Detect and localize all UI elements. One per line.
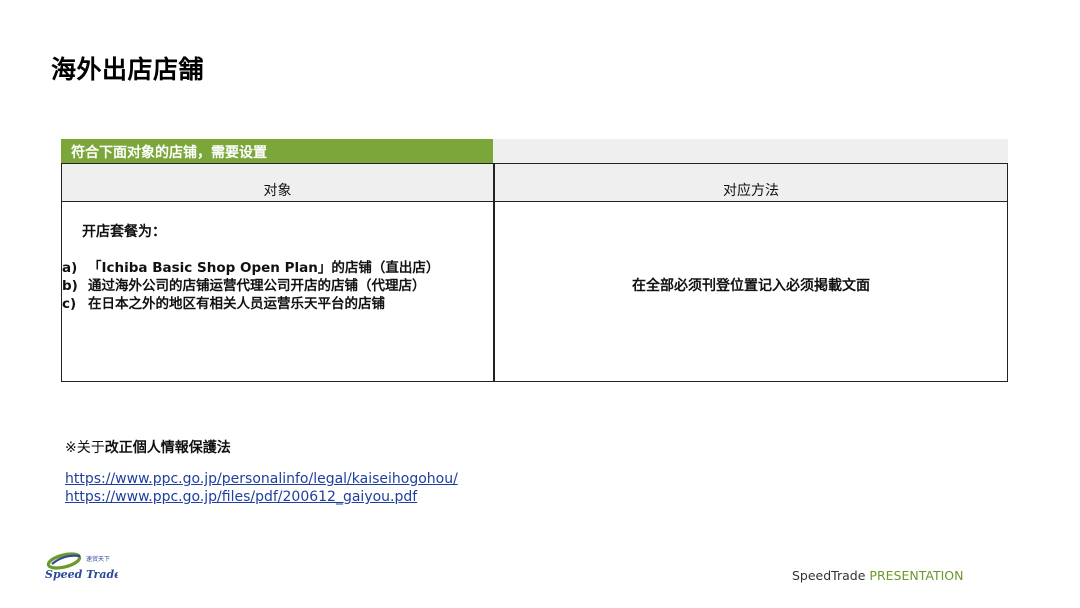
page-title: 海外出店店舗: [51, 55, 205, 84]
criteria-band-label: 符合下面对象的店铺，需要设置: [71, 145, 267, 161]
list-text: 「Ichiba Basic Shop Open Plan」的店铺（直出店）: [88, 260, 440, 276]
reference-links: https://www.ppc.go.jp/personalinfo/legal…: [65, 470, 458, 506]
table-header-row: 对象 对应方法: [62, 164, 1007, 202]
list-text: 通过海外公司的店铺运营代理公司开店的店铺（代理店）: [88, 278, 426, 294]
svg-text:Speed Trade: Speed Trade: [45, 568, 118, 581]
link-kaiseihogohou[interactable]: https://www.ppc.go.jp/personalinfo/legal…: [65, 470, 458, 488]
footer-label: SpeedTrade PRESENTATION: [792, 568, 963, 583]
column-divider: [493, 164, 495, 381]
list-marker: b): [62, 278, 78, 294]
footer-presentation: PRESENTATION: [869, 568, 964, 583]
link-gaiyou-pdf[interactable]: https://www.ppc.go.jp/files/pdf/200612_g…: [65, 488, 458, 506]
list-marker: a): [62, 260, 78, 276]
criteria-band-filler: [493, 139, 1008, 163]
header-target: 对象: [263, 183, 292, 199]
method-text: 在全部必须刊登位置记入必须掲載文面: [632, 278, 870, 294]
privacy-note: ※关于改正個人情報保護法: [65, 437, 231, 457]
header-method: 对应方法: [723, 183, 779, 199]
criteria-table: 对象 对应方法 开店套餐为： a) 「Ichiba Basic Shop Ope…: [61, 163, 1008, 382]
privacy-prefix: ※关于: [65, 440, 105, 456]
list-marker: c): [62, 296, 77, 312]
list-item: a) 「Ichiba Basic Shop Open Plan」的店铺（直出店）: [62, 259, 439, 277]
speedtrade-logo: 速贸天下 Speed Trade: [45, 552, 118, 581]
criteria-band: 符合下面对象的店铺，需要设置: [61, 139, 493, 163]
footer-brand: SpeedTrade: [792, 568, 866, 583]
plan-list: a) 「Ichiba Basic Shop Open Plan」的店铺（直出店）…: [62, 259, 439, 313]
privacy-law-name: 改正個人情報保護法: [104, 440, 231, 456]
list-text: 在日本之外的地区有相关人员运营乐天平台的店铺: [88, 296, 385, 312]
list-item: b) 通过海外公司的店铺运营代理公司开店的店铺（代理店）: [62, 277, 439, 295]
list-item: c) 在日本之外的地区有相关人员运营乐天平台的店铺: [62, 295, 439, 313]
plan-heading: 开店套餐为：: [82, 224, 166, 240]
svg-text:速贸天下: 速贸天下: [86, 555, 110, 563]
